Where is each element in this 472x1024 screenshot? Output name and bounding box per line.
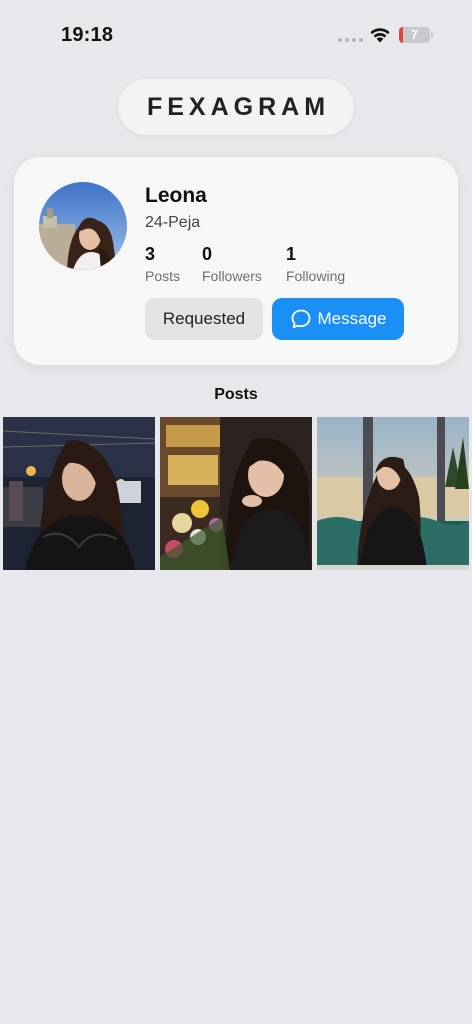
stat-posts-value: 3	[145, 244, 156, 264]
stat-followers[interactable]: 0 Followers	[202, 244, 262, 284]
stat-followers-value: 0	[202, 244, 213, 264]
status-bar: 19:18 7	[0, 0, 472, 70]
app-title-pill: FEXAGRAM	[118, 79, 354, 135]
post-flowers-cafe-photo	[160, 417, 312, 570]
stat-following-label: Following	[286, 268, 346, 284]
avatar-photo	[39, 182, 127, 270]
battery-icon: 7	[399, 26, 433, 44]
post-window-seat-photo	[317, 417, 469, 570]
cellular-signal-icon	[338, 38, 363, 42]
post-window-seat[interactable]	[317, 417, 469, 570]
profile-name: Leona	[145, 184, 207, 207]
post-night-street-photo	[3, 417, 155, 570]
profile-screen: 19:18 7 FEXAGRAM Leona 24-Peja 3 Posts 0…	[0, 0, 472, 1024]
status-time: 19:18	[61, 24, 114, 46]
requested-button-label: Requested	[162, 309, 246, 328]
message-button[interactable]: Message	[272, 298, 404, 340]
stat-followers-label: Followers	[202, 268, 262, 284]
app-title: FEXAGRAM	[146, 92, 331, 121]
profile-card: Leona 24-Peja 3 Posts 0 Followers 1 Foll…	[14, 157, 458, 365]
stat-following-value: 1	[286, 244, 297, 264]
post-flowers-cafe[interactable]	[160, 417, 312, 570]
posts-heading: Posts	[214, 386, 258, 403]
post-night-street[interactable]	[3, 417, 155, 570]
chat-bubble-icon	[291, 309, 310, 329]
profile-handle: 24-Peja	[145, 214, 201, 231]
avatar[interactable]	[39, 182, 127, 270]
stat-following[interactable]: 1 Following	[286, 244, 345, 284]
wifi-icon	[370, 28, 390, 43]
battery-tip	[431, 32, 433, 38]
stat-posts[interactable]: 3 Posts	[145, 244, 180, 284]
message-button-label: Message	[317, 309, 387, 328]
battery-level: 7	[410, 27, 419, 42]
stat-posts-label: Posts	[145, 268, 181, 284]
requested-button[interactable]: Requested	[145, 298, 263, 340]
